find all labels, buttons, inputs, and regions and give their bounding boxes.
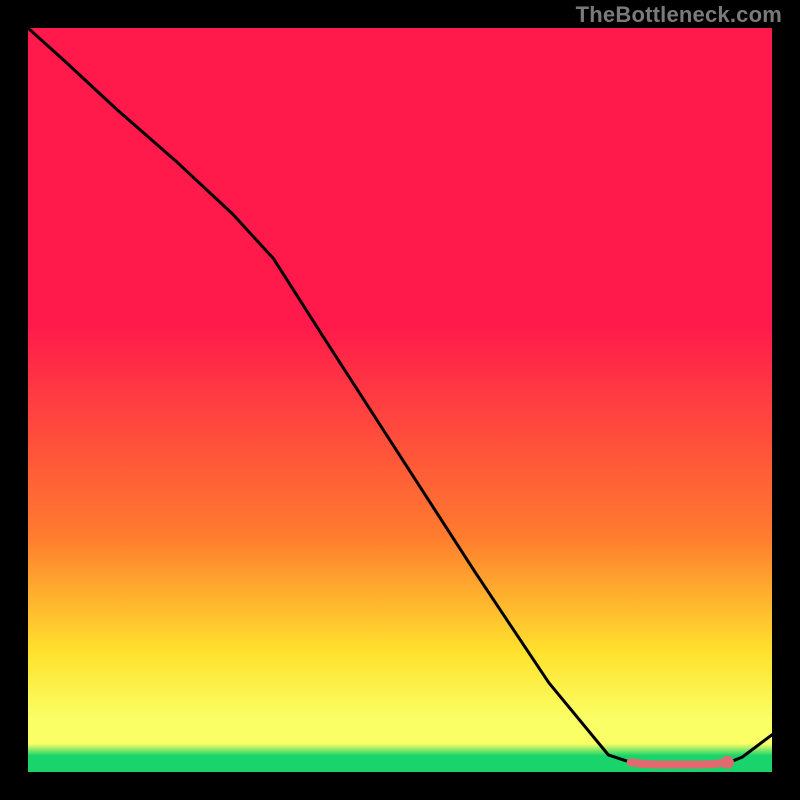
plot-area	[28, 28, 772, 772]
optimal-markers	[631, 762, 728, 764]
chart-stage: TheBottleneck.com	[0, 0, 800, 800]
gradient-background	[28, 28, 772, 772]
chart-svg	[28, 28, 772, 772]
optimal-end-dot	[721, 756, 734, 769]
watermark-text: TheBottleneck.com	[576, 2, 782, 28]
